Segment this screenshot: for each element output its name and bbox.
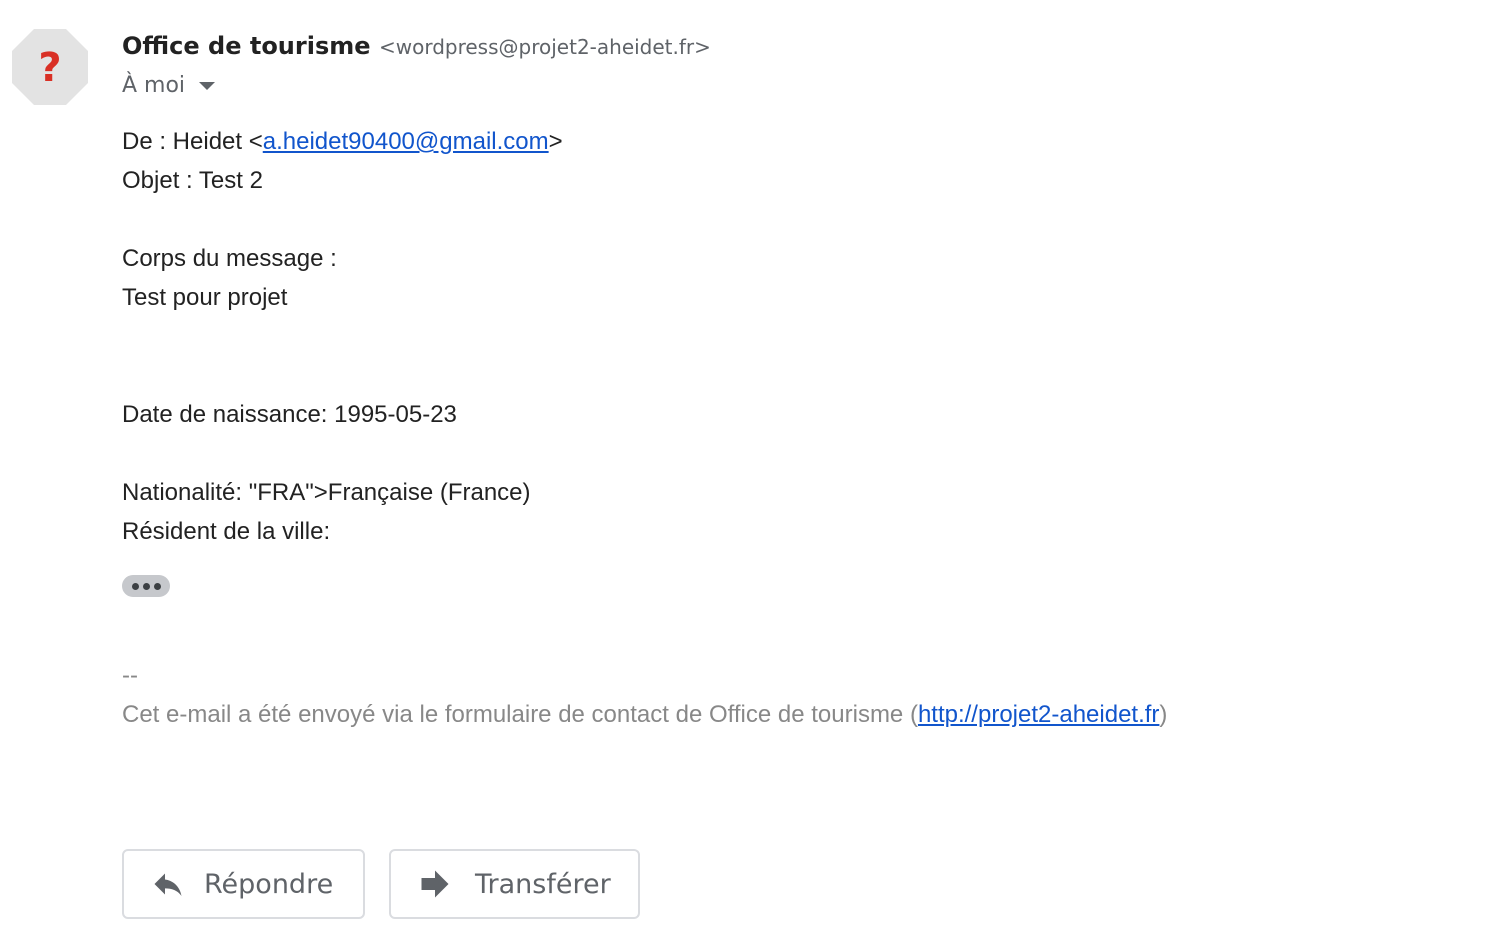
nationality-line: Nationalité: "FRA">Française (France) [122,479,531,506]
body-heading: Corps du message : [122,245,337,272]
from-line: De : Heidet <a.heidet90400@gmail.com> [122,127,563,157]
question-mark-icon: ? [12,29,88,105]
reply-label: Répondre [204,868,334,900]
recipient-details-toggle[interactable]: À moi [122,71,216,101]
sender-name[interactable]: Office de tourisme [122,32,371,60]
sender-header: Office de tourisme <wordpress@projet2-ah… [122,30,711,66]
ellipsis-dot [153,582,161,590]
forward-label: Transférer [475,868,611,900]
signature-separator: -- [122,662,138,689]
reply-arrow-icon [154,873,182,896]
sender-email: <wordpress@projet2-aheidet.fr> [378,35,711,59]
birth-date-line: Date de naissance: 1995-05-23 [122,401,457,428]
recipient-label: À moi [122,73,186,98]
resident-line: Résident de la ville: [122,518,331,545]
ellipsis-icon [131,582,139,590]
from-prefix: De : Heidet < [122,128,263,155]
footer-prefix: Cet e-mail a été envoyé via le formulair… [122,701,918,728]
show-trimmed-content-button[interactable] [122,575,170,597]
ellipsis-dot [142,582,150,590]
forward-arrow-icon [421,870,449,898]
footer-line: Cet e-mail a été envoyé via le formulair… [122,700,1167,730]
from-email-link[interactable]: a.heidet90400@gmail.com [263,128,549,155]
avatar-glyph: ? [38,45,61,91]
sender-avatar[interactable]: ? [12,29,88,105]
forward-button[interactable]: Transférer [389,849,640,919]
reply-button[interactable]: Répondre [122,849,365,919]
body-text: Test pour projet [122,284,288,311]
chevron-down-icon[interactable] [199,82,216,90]
footer-suffix: ) [1159,701,1168,728]
footer-site-link[interactable]: http://projet2-aheidet.fr [918,701,1159,728]
from-suffix: > [548,128,563,155]
subject-line: Objet : Test 2 [122,167,263,194]
